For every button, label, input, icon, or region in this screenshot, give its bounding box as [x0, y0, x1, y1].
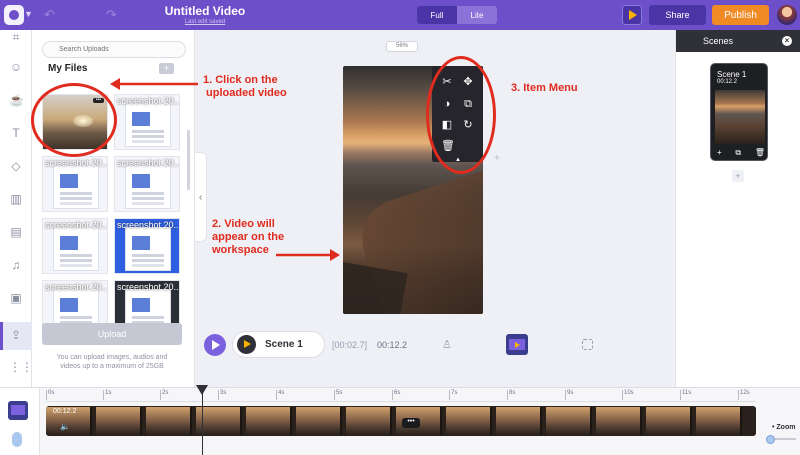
clip-frame [346, 407, 392, 435]
clip-frame [646, 407, 692, 435]
ruler-tick: 12s [738, 390, 750, 400]
annotation-arrowhead [110, 78, 120, 90]
ruler-tick: 9s [564, 390, 574, 400]
total-time: 00:12.2 [377, 340, 408, 350]
clip-frame [246, 407, 292, 435]
ruler-tick: 10s [622, 390, 634, 400]
scene-selector-label: Scene 1 [265, 339, 303, 350]
character-icon[interactable]: ♙ [442, 338, 452, 351]
video-track-clip[interactable] [46, 406, 756, 436]
more-icon[interactable]: ••• [402, 418, 420, 428]
clip-frame [96, 407, 142, 435]
current-time: [00:02.7] [332, 340, 368, 350]
time-ruler[interactable]: 0s 1s 2s 3s 4s 5s 6s 7s 8s 9s 10s 11s 12… [45, 388, 756, 402]
clip-frame [496, 407, 542, 435]
clip-frame [446, 407, 492, 435]
ruler-tick: 5s [333, 390, 343, 400]
scene-play-button[interactable] [237, 335, 256, 354]
scene-card[interactable]: Scene 1 00:12.2 + ⧉ 🗑 [710, 63, 768, 161]
add-scene-button[interactable]: + [732, 170, 744, 182]
ruler-tick: 2s [159, 390, 169, 400]
playhead-handle[interactable] [196, 385, 208, 395]
timeline-zoom-slider[interactable] [766, 435, 796, 444]
scene-name: Scene 1 [717, 70, 747, 79]
ruler-tick: 4s [275, 390, 285, 400]
scenes-panel: Scenes × Scene 1 00:12.2 + ⧉ 🗑 + [675, 30, 800, 387]
clip-frame [146, 407, 192, 435]
annotation-step-2: 2. Video will appear on the workspace [212, 218, 285, 256]
playhead[interactable] [202, 387, 203, 455]
timeline: 0s 1s 2s 3s 4s 5s 6s 7s 8s 9s 10s 11s 12… [0, 387, 800, 455]
zoom-label: • Zoom [772, 424, 796, 431]
clip-frame [546, 407, 592, 435]
close-icon[interactable]: × [782, 36, 792, 46]
timeline-rail [0, 388, 40, 455]
mic-icon[interactable] [12, 432, 22, 447]
duplicate-icon[interactable]: ⧉ [735, 148, 741, 158]
scenes-title: Scenes [703, 36, 734, 46]
scene-preview [715, 90, 765, 144]
ruler-tick: 0s [45, 390, 55, 400]
ruler-tick: 1s [102, 390, 112, 400]
annotation-arrowhead [330, 249, 340, 261]
clip-frame [296, 407, 342, 435]
volume-icon[interactable]: 🔈 [60, 422, 70, 431]
film-icon[interactable] [506, 334, 528, 355]
add-scene-icon[interactable]: + [717, 148, 722, 158]
zoom-label-text: Zoom [776, 424, 796, 431]
annotation-step-3: 3. Item Menu [511, 82, 578, 94]
clip-duration: 00:12.2 [53, 408, 77, 415]
ruler-tick: 11s [679, 390, 692, 400]
scene-duration: 00:12.2 [717, 79, 738, 85]
play-button[interactable] [204, 334, 226, 356]
ruler-tick: 6s [391, 390, 401, 400]
ruler-tick: 3s [217, 390, 227, 400]
scene-tools: + ⧉ 🗑 [717, 148, 765, 158]
clip-frame [696, 407, 742, 435]
clip-frame [596, 407, 642, 435]
ruler-tick: 8s [506, 390, 516, 400]
ruler-tick: 7s [448, 390, 458, 400]
annotation-step-1: 1. Click on the uploaded video [203, 74, 287, 99]
fit-screen-icon[interactable] [582, 339, 593, 350]
video-track-icon[interactable] [8, 401, 28, 420]
delete-icon[interactable]: 🗑 [755, 148, 765, 158]
